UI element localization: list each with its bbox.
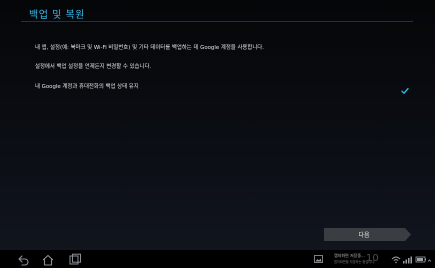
description-line-1: 내 앱, 설정(예: 북마크 및 Wi-Fi 비밀번호) 및 기타 데이터를 백… xyxy=(35,45,264,51)
status-icons xyxy=(391,256,431,264)
setup-screen: 백업 및 복원 내 앱, 설정(예: 북마크 및 Wi-Fi 비밀번호) 및 기… xyxy=(0,0,435,268)
battery-icon xyxy=(415,256,426,263)
status-area[interactable]: 캡처화면 저장중... 캡처화면을 저장하는 중입니다. 10 xyxy=(314,253,432,266)
system-navigation-bar: 캡처화면 저장중... 캡처화면을 저장하는 중입니다. 10 xyxy=(0,250,435,268)
title-divider xyxy=(21,21,413,22)
home-icon xyxy=(42,254,54,266)
description-line-2: 설정에서 백업 설정을 언제든지 변경할 수 있습니다. xyxy=(35,64,152,70)
screenshot-notification-icon xyxy=(314,255,323,263)
next-button-label: 다음 xyxy=(358,232,370,239)
home-button[interactable] xyxy=(41,252,55,266)
recent-apps-icon xyxy=(69,253,81,265)
backup-option-label[interactable]: 내 Google 계정과 휴대전화의 백업 상태 유지 xyxy=(35,82,139,90)
expand-icon xyxy=(427,259,431,262)
page-title: 백업 및 복원 xyxy=(29,10,85,21)
next-button[interactable]: 다음 xyxy=(324,228,411,241)
back-icon xyxy=(18,255,29,266)
clock: 10 xyxy=(366,253,379,264)
signal-icon xyxy=(403,256,412,264)
wifi-icon xyxy=(391,256,401,264)
recent-apps-button[interactable] xyxy=(68,252,82,266)
back-button[interactable] xyxy=(16,252,30,266)
check-icon xyxy=(401,87,409,94)
backup-option-checkbox[interactable] xyxy=(401,80,409,94)
